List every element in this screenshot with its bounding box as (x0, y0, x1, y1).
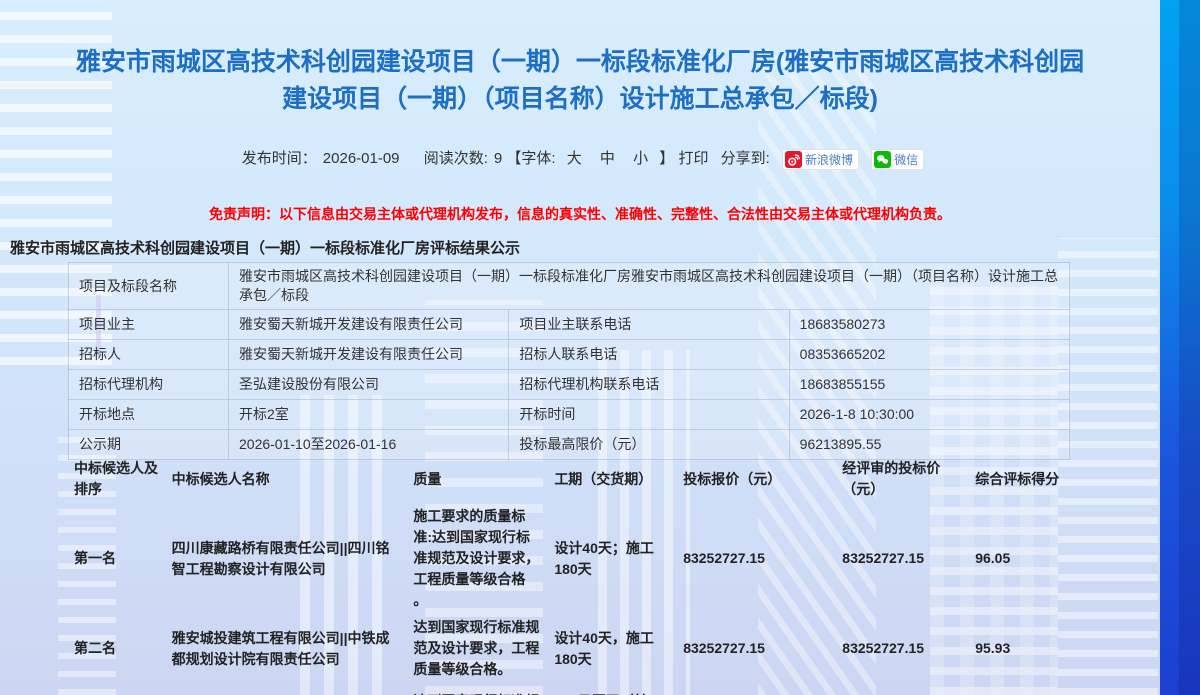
page-title: 雅安市雨城区高技术科创园建设项目（一期）一标段标准化厂房(雅安市雨城区高技术科创… (0, 44, 1160, 118)
publish-time-value: 2026-01-09 (323, 150, 400, 167)
meta-row: 发布时间： 2026-01-09 阅读次数: 9 【字体: 大 中 小 】 打印 分… (0, 147, 1160, 170)
candidate-score: 96.05 (969, 503, 1075, 614)
publish-time-label: 发布时间： (242, 150, 317, 167)
info-value: 2026-1-8 10:30:00 (789, 400, 1069, 430)
table-row: 项目业主 雅安蜀天新城开发建设有限责任公司 项目业主联系电话 186835802… (69, 310, 1070, 340)
table-row: 招标人 雅安蜀天新城开发建设有限责任公司 招标人联系电话 08353665202 (69, 340, 1070, 370)
info-label: 项目业主 (69, 310, 229, 340)
view-count-value: 9 (494, 150, 502, 167)
col-header-price: 投标报价（元） (677, 455, 836, 503)
share-weibo-label: 新浪微博 (805, 151, 853, 168)
table-row: 第三名 新疆兵团城建集团有限公司||中船第九设计研究院工程有限公司 达到国家现行… (68, 683, 1075, 695)
share-wechat-button[interactable]: 微信 (871, 149, 924, 170)
candidate-duration: 220日历天（其中：设计40天，施工180天） (548, 683, 677, 695)
bid-candidates-table: 中标候选人及排序 中标候选人名称 质量 工期（交货期） 投标报价（元） 经评审的… (68, 455, 1075, 695)
info-value: 圣弘建设股份有限公司 (229, 370, 509, 400)
wechat-icon (874, 151, 891, 168)
info-label: 开标时间 (509, 400, 789, 430)
font-size-small-button[interactable]: 小 (633, 150, 648, 167)
col-header-score: 综合评标得分 (969, 455, 1075, 503)
right-edge-decoration (1160, 0, 1200, 695)
candidate-score: 95.75 (969, 683, 1075, 695)
candidate-quality: 达到国家现行标准规范及设计要求，工程质量等级合格 (407, 683, 548, 695)
info-label: 招标代理机构联系电话 (509, 370, 789, 400)
candidate-quality: 达到国家现行标准规范及设计要求，工程质量等级合格。 (407, 614, 548, 683)
share-weibo-button[interactable]: 新浪微博 (782, 149, 859, 170)
share-wechat-label: 微信 (894, 151, 918, 168)
font-size-medium-button[interactable]: 中 (600, 150, 615, 167)
candidate-evaluated-price: 83252727.15 (836, 614, 969, 683)
info-label: 开标地点 (69, 400, 229, 430)
candidate-price: 83252727.15 (677, 614, 836, 683)
info-value: 18683855155 (789, 370, 1069, 400)
candidate-evaluated-price: 83252727.15 (836, 503, 969, 614)
candidate-duration: 设计40天，施工180天 (548, 614, 677, 683)
col-header-rank: 中标候选人及排序 (68, 455, 166, 503)
disclaimer-text: 免责声明：以下信息由交易主体或代理机构发布，信息的真实性、准确性、完整性、合法性… (0, 204, 1160, 224)
candidate-price: 83252727.18 (677, 683, 836, 695)
col-header-quality: 质量 (407, 455, 548, 503)
candidate-rank: 第二名 (68, 614, 166, 683)
info-label: 项目及标段名称 (69, 263, 229, 310)
candidate-quality: 施工要求的质量标准:达到国家现行标准规范及设计要求，工程质量等级合格 。 (407, 503, 548, 614)
print-button[interactable]: 打印 (678, 150, 708, 167)
table-row: 开标地点 开标2室 开标时间 2026-1-8 10:30:00 (69, 400, 1070, 430)
view-count-label: 阅读次数: (424, 150, 488, 167)
table-row: 第一名 四川康藏路桥有限责任公司||四川铭智工程勘察设计有限公司 施工要求的质量… (68, 503, 1075, 614)
table-row: 项目及标段名称 雅安市雨城区高技术科创园建设项目（一期）一标段标准化厂房雅安市雨… (69, 263, 1070, 310)
announcement-page: 雅安市雨城区高技术科创园建设项目（一期）一标段标准化厂房(雅安市雨城区高技术科创… (0, 0, 1160, 695)
candidate-name: 雅安城投建筑工程有限公司||中铁成都规划设计院有限责任公司 (166, 614, 408, 683)
info-label: 招标人联系电话 (509, 340, 789, 370)
share-to-label: 分享到: (721, 150, 770, 167)
project-info-table: 项目及标段名称 雅安市雨城区高技术科创园建设项目（一期）一标段标准化厂房雅安市雨… (68, 262, 1070, 460)
candidate-evaluated-price: 83252727.18 (836, 683, 969, 695)
info-value: 雅安蜀天新城开发建设有限责任公司 (229, 340, 509, 370)
result-announcement-title: 雅安市雨城区高技术科创园建设项目（一期）一标段标准化厂房评标结果公示 (10, 237, 520, 258)
info-value: 18683580273 (789, 310, 1069, 340)
info-label: 项目业主联系电话 (509, 310, 789, 340)
candidate-name: 四川康藏路桥有限责任公司||四川铭智工程勘察设计有限公司 (166, 503, 408, 614)
font-size-large-button[interactable]: 大 (567, 150, 582, 167)
right-edge-decoration-inner (1179, 0, 1200, 695)
col-header-duration: 工期（交货期） (548, 455, 677, 503)
candidate-score: 95.93 (969, 614, 1075, 683)
font-size-bracket-close: 】 (659, 150, 674, 167)
table-row: 招标代理机构 圣弘建设股份有限公司 招标代理机构联系电话 18683855155 (69, 370, 1070, 400)
col-header-evaluated-price: 经评审的投标价（元） (836, 455, 969, 503)
info-label: 招标人 (69, 340, 229, 370)
candidate-rank: 第三名 (68, 683, 166, 695)
candidate-duration: 设计40天；施工180天 (548, 503, 677, 614)
table-row: 第二名 雅安城投建筑工程有限公司||中铁成都规划设计院有限责任公司 达到国家现行… (68, 614, 1075, 683)
table-header-row: 中标候选人及排序 中标候选人名称 质量 工期（交货期） 投标报价（元） 经评审的… (68, 455, 1075, 503)
info-value: 雅安蜀天新城开发建设有限责任公司 (229, 310, 509, 340)
info-value: 08353665202 (789, 340, 1069, 370)
candidate-name: 新疆兵团城建集团有限公司||中船第九设计研究院工程有限公司 (166, 683, 408, 695)
info-value: 开标2室 (229, 400, 509, 430)
candidate-rank: 第一名 (68, 503, 166, 614)
info-label: 招标代理机构 (69, 370, 229, 400)
candidate-price: 83252727.15 (677, 503, 836, 614)
col-header-name: 中标候选人名称 (166, 455, 408, 503)
font-size-bracket-open: 【字体: (506, 150, 555, 167)
info-value: 雅安市雨城区高技术科创园建设项目（一期）一标段标准化厂房雅安市雨城区高技术科创园… (229, 263, 1070, 310)
weibo-icon (785, 151, 802, 168)
